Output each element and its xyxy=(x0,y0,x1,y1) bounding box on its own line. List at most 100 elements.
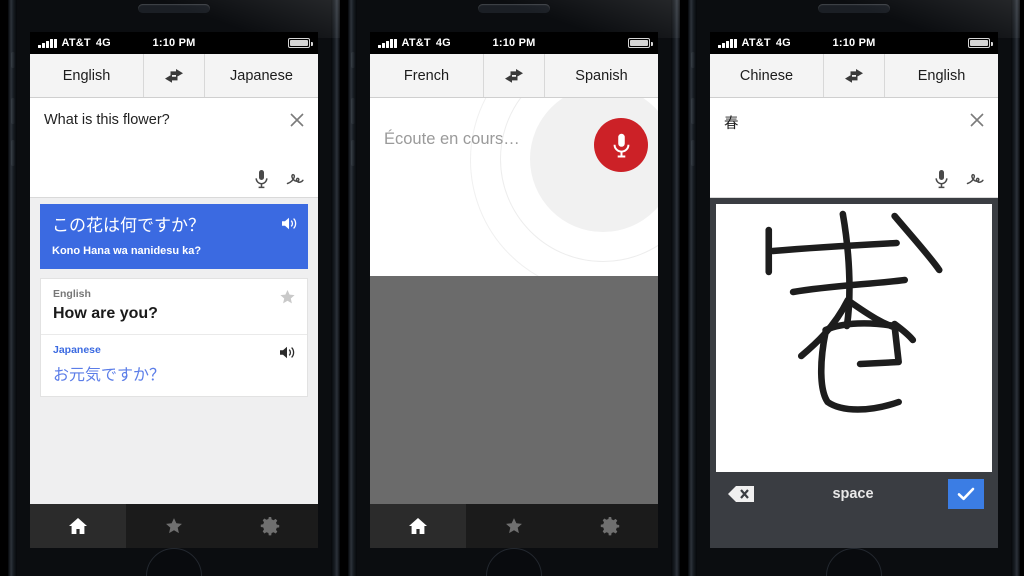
phone-3: AT&T 4G 1:10 PM Chinese English 春 space xyxy=(688,0,1020,576)
swap-arrows-icon xyxy=(165,68,183,83)
star-icon xyxy=(506,517,522,533)
status-bar: AT&T 4G 1:10 PM xyxy=(710,32,998,54)
handwriting-strokes xyxy=(765,210,943,413)
earpiece-speaker xyxy=(138,4,210,13)
mute-switch[interactable] xyxy=(691,52,695,68)
earpiece-speaker xyxy=(818,4,890,13)
tab-settings[interactable] xyxy=(562,504,658,548)
status-bar-left: AT&T 4G xyxy=(378,37,451,49)
home-button[interactable] xyxy=(146,548,202,576)
language-selector-bar: French Spanish xyxy=(370,54,658,98)
favorite-button[interactable] xyxy=(279,289,296,311)
translation-card[interactable]: この花は何ですか？ Kono Hana wa nanidesu ka? xyxy=(40,204,308,270)
confirm-button[interactable] xyxy=(948,479,984,509)
tab-starred[interactable] xyxy=(466,504,562,548)
status-bar: AT&T 4G 1:10 PM xyxy=(30,32,318,54)
swap-languages-button[interactable] xyxy=(143,54,205,97)
volume-up-button[interactable] xyxy=(691,98,695,124)
mute-switch[interactable] xyxy=(11,52,15,68)
home-button[interactable] xyxy=(486,548,542,576)
play-history-button[interactable] xyxy=(279,345,296,365)
target-language-label: Japanese xyxy=(230,67,293,84)
space-key[interactable]: space xyxy=(758,486,948,502)
target-language-button[interactable]: Spanish xyxy=(545,54,658,97)
battery-icon xyxy=(968,38,993,48)
status-bar-right xyxy=(288,38,313,48)
volume-down-button[interactable] xyxy=(691,140,695,166)
history-language-label: Japanese xyxy=(53,344,101,357)
handwriting-canvas[interactable] xyxy=(716,204,992,472)
tab-home[interactable] xyxy=(370,504,466,548)
phone-1-left-bezel xyxy=(8,0,17,576)
clock-label: 1:10 PM xyxy=(152,37,196,49)
volume-down-button[interactable] xyxy=(351,140,355,166)
handwriting-icon[interactable] xyxy=(966,170,986,189)
microphone-icon[interactable] xyxy=(255,169,268,189)
microphone-icon[interactable] xyxy=(935,169,948,189)
status-bar-right xyxy=(968,38,993,48)
swap-languages-button[interactable] xyxy=(483,54,545,97)
source-language-label: English xyxy=(62,67,111,84)
microphone-button[interactable] xyxy=(594,118,648,172)
source-language-button[interactable]: English xyxy=(30,54,143,97)
carrier-label: AT&T xyxy=(61,37,91,49)
speaker-icon xyxy=(280,347,295,359)
clock-label: 1:10 PM xyxy=(492,37,536,49)
clock-label: 1:10 PM xyxy=(832,37,876,49)
phone-3-screen: AT&T 4G 1:10 PM Chinese English 春 space xyxy=(710,32,998,548)
home-button[interactable] xyxy=(826,548,882,576)
signal-bars-icon xyxy=(38,38,57,48)
source-language-button[interactable]: Chinese xyxy=(710,54,823,97)
input-tools xyxy=(935,169,986,189)
target-language-button[interactable]: Japanese xyxy=(205,54,318,97)
volume-up-button[interactable] xyxy=(11,98,15,124)
volume-down-button[interactable] xyxy=(11,140,15,166)
text-input-area[interactable]: What is this flower? xyxy=(30,98,318,198)
play-translation-button[interactable] xyxy=(281,216,298,236)
phone-1-screen: AT&T 4G 1:10 PM English Japanese What is… xyxy=(30,32,318,548)
swap-arrows-icon xyxy=(505,68,523,83)
source-language-label: French xyxy=(403,67,450,84)
phone-2-right-bezel xyxy=(671,0,680,576)
swap-languages-button[interactable] xyxy=(823,54,885,97)
handwriting-key-row: space xyxy=(716,472,992,516)
phone-3-left-bezel xyxy=(688,0,697,576)
carrier-label: AT&T xyxy=(401,37,431,49)
bottom-tab-bar xyxy=(30,504,318,548)
target-language-label: Spanish xyxy=(575,67,628,84)
backspace-icon xyxy=(728,486,754,502)
input-text: What is this flower? xyxy=(44,112,170,128)
status-bar-left: AT&T 4G xyxy=(718,37,791,49)
source-language-button[interactable]: French xyxy=(370,54,483,97)
history-row-source[interactable]: English How are you? xyxy=(41,279,307,334)
listening-status-text: Écoute en cours… xyxy=(384,130,520,148)
dimmed-overlay xyxy=(370,276,658,504)
voice-listening-area: Écoute en cours… xyxy=(370,98,658,276)
translated-text: この花は何ですか？ xyxy=(52,216,205,235)
source-language-label: Chinese xyxy=(739,67,794,84)
volume-up-button[interactable] xyxy=(351,98,355,124)
history-row-target[interactable]: Japanese お元気ですか？ xyxy=(41,334,307,396)
language-selector-bar: English Japanese xyxy=(30,54,318,98)
clear-input-button[interactable] xyxy=(968,111,986,129)
tab-home[interactable] xyxy=(30,504,126,548)
language-selector-bar: Chinese English xyxy=(710,54,998,98)
backspace-button[interactable] xyxy=(724,482,758,506)
tab-settings[interactable] xyxy=(222,504,318,548)
phone-2-screen: AT&T 4G 1:10 PM French Spanish Écoute en… xyxy=(370,32,658,548)
signal-bars-icon xyxy=(378,38,397,48)
phone-2: AT&T 4G 1:10 PM French Spanish Écoute en… xyxy=(348,0,680,576)
target-language-label: English xyxy=(917,67,966,84)
star-icon xyxy=(280,290,295,304)
mute-switch[interactable] xyxy=(351,52,355,68)
clear-input-button[interactable] xyxy=(288,111,306,129)
close-icon xyxy=(290,113,304,127)
network-label: 4G xyxy=(775,37,791,49)
input-tools xyxy=(255,169,306,189)
text-input-area[interactable]: 春 xyxy=(710,98,998,198)
tab-starred[interactable] xyxy=(126,504,222,548)
target-language-button[interactable]: English xyxy=(885,54,998,97)
history-card: English How are you? Japanese お元気ですか？ xyxy=(40,278,308,398)
network-label: 4G xyxy=(95,37,111,49)
handwriting-icon[interactable] xyxy=(286,170,306,189)
